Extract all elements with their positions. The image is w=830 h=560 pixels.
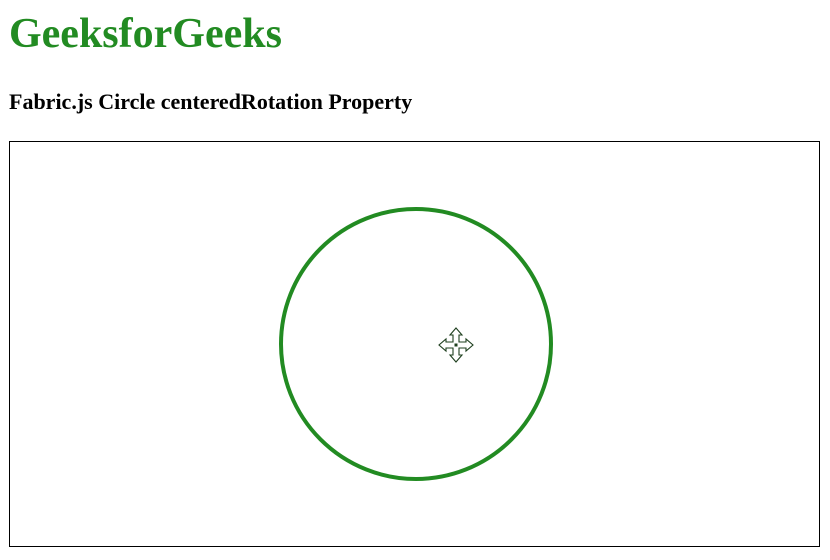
move-cursor-icon [438,327,474,363]
page: GeeksforGeeks Fabric.js Circle centeredR… [0,0,830,560]
circle-object[interactable] [279,207,553,481]
fabric-canvas[interactable] [9,141,820,547]
site-title: GeeksforGeeks [9,11,282,57]
page-subtitle: Fabric.js Circle centeredRotation Proper… [9,89,413,114]
canvas-drawing [279,207,553,481]
